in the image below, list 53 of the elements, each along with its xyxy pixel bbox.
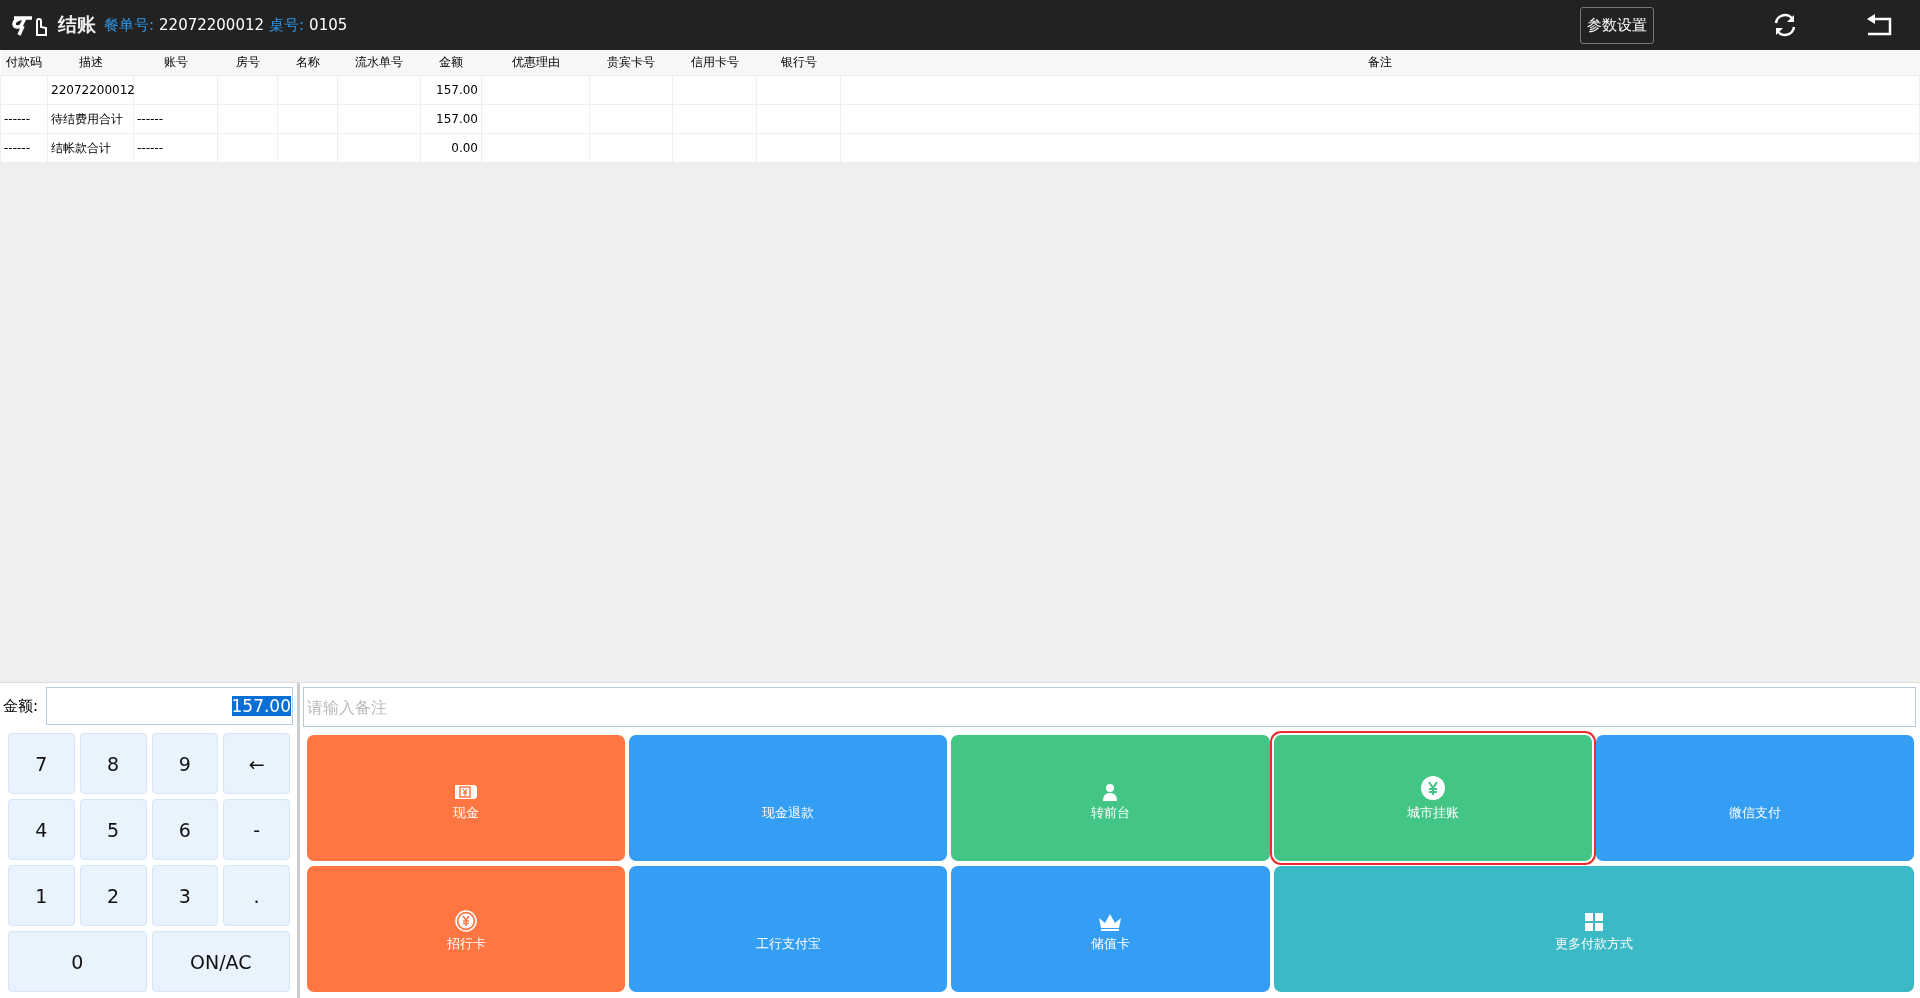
table-cell: ------ <box>137 112 163 126</box>
person-icon <box>1101 782 1120 801</box>
table-cell: 结帐款合计 <box>51 140 111 155</box>
settings-button[interactable]: 参数设置 <box>1580 6 1654 44</box>
order-number: 22072200012 <box>159 15 265 34</box>
keypad-key[interactable]: 2 <box>79 865 147 926</box>
column-header: 信用卡号 <box>672 50 757 76</box>
column-header: 贵宾卡号 <box>589 50 673 76</box>
table-cell: 157.00 <box>436 112 478 126</box>
column-header: 银行号 <box>756 50 841 76</box>
column-header: 优惠理由 <box>481 50 590 76</box>
keypad-key[interactable]: - <box>223 799 290 860</box>
column-header: 名称 <box>277 50 338 76</box>
keypad-key[interactable]: 6 <box>151 799 219 860</box>
amount-label: 金额: <box>3 696 39 716</box>
table-cell: 待结费用合计 <box>51 111 123 126</box>
grid-icon <box>1583 911 1604 932</box>
keypad-key[interactable]: 9 <box>151 733 219 794</box>
table-cell: ------ <box>4 112 30 126</box>
page-title: 结账 <box>58 12 96 37</box>
cash-icon <box>453 782 480 801</box>
column-header: 备注 <box>840 50 1920 76</box>
amount-field[interactable]: 157.00 <box>46 687 293 725</box>
column-header: 流水单号 <box>337 50 421 76</box>
column-header: 付款码 <box>0 50 48 76</box>
yen-coin-icon <box>455 909 478 932</box>
keypad-key[interactable]: ON/AC <box>151 931 290 992</box>
keypad-key[interactable]: 4 <box>8 799 75 860</box>
refresh-icon[interactable] <box>1772 13 1798 37</box>
logo-icon <box>10 13 50 37</box>
column-header: 金额 <box>420 50 482 76</box>
table-cell: ------ <box>4 141 30 155</box>
keypad-key[interactable]: . <box>223 865 290 926</box>
column-header: 房号 <box>217 50 278 76</box>
table-cell: 157.00 <box>436 83 478 97</box>
table-number: 0105 <box>309 15 348 34</box>
remark-field[interactable]: 请输入备注 <box>303 687 1916 727</box>
column-header: 描述 <box>47 50 134 76</box>
table-cell: 22072200012 <box>51 83 135 97</box>
table-cell: 0.00 <box>451 141 478 155</box>
keypad-key[interactable]: 1 <box>8 865 75 926</box>
keypad-key[interactable]: 5 <box>79 799 147 860</box>
keypad-key[interactable]: 8 <box>79 733 147 794</box>
table-cell: ------ <box>137 141 163 155</box>
column-header: 账号 <box>133 50 218 76</box>
keypad-key[interactable]: 3 <box>151 865 219 926</box>
keypad-key[interactable]: ← <box>223 733 290 794</box>
table-label: 桌号: <box>269 15 305 35</box>
back-icon[interactable] <box>1866 14 1892 36</box>
yen-coin-icon <box>1419 774 1446 801</box>
keypad-key[interactable]: 0 <box>8 931 147 992</box>
keypad-key[interactable]: 7 <box>8 733 75 794</box>
order-label: 餐单号: <box>104 15 155 35</box>
